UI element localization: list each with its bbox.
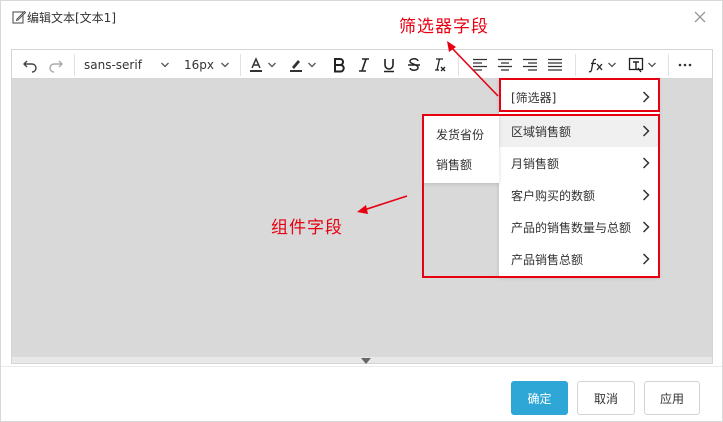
edit-text-dialog: 编辑文本[文本1] sans-serif 16px [筛选器] 区域销售额 月销… <box>0 0 723 422</box>
annotation-arrows <box>357 41 499 214</box>
footer-divider <box>1 366 722 367</box>
arrow-to-component-field <box>357 195 408 214</box>
cancel-button[interactable]: 取消 <box>577 381 635 415</box>
apply-button[interactable]: 应用 <box>644 381 700 415</box>
confirm-button[interactable]: 确定 <box>511 381 568 415</box>
arrow-to-filter-field <box>447 41 499 97</box>
